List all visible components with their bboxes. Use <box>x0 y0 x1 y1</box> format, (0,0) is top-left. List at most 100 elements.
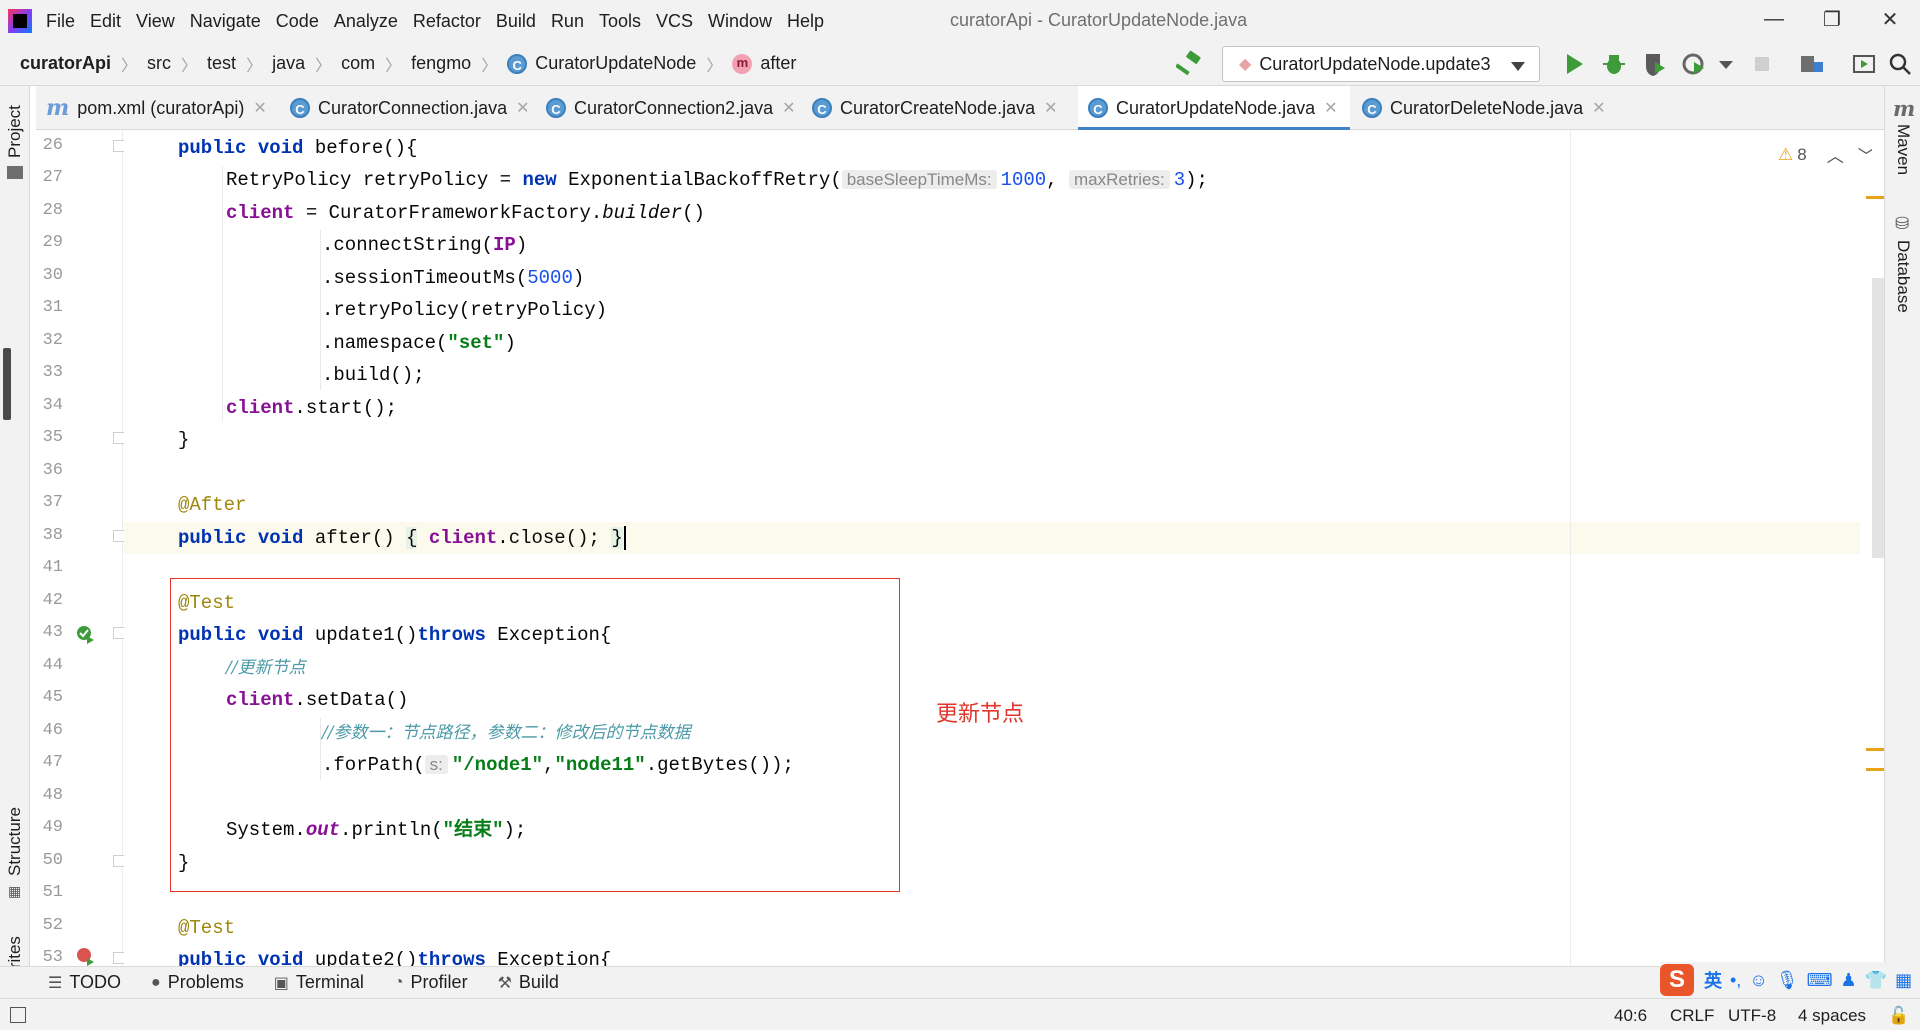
close-icon[interactable]: ✕ <box>782 98 795 118</box>
indent-guide <box>222 166 223 421</box>
skin-icon[interactable]: ♟ <box>1841 970 1857 991</box>
chevron-down-icon <box>1511 62 1525 71</box>
scrollbar-thumb[interactable] <box>1872 278 1884 558</box>
menu-code[interactable]: Code <box>276 11 319 32</box>
profile-icon[interactable] <box>1680 50 1708 78</box>
chevron-up-icon[interactable]: ︿ <box>1827 142 1844 167</box>
search-icon[interactable] <box>1886 50 1914 78</box>
run-icon[interactable] <box>1560 50 1588 78</box>
project-tool-button[interactable]: Project <box>5 105 25 158</box>
breadcrumb-separator-icon: 〉 <box>706 57 723 75</box>
emoji-icon[interactable]: ☺ <box>1749 970 1767 991</box>
warning-stripe-marker[interactable] <box>1866 748 1884 751</box>
menu-view[interactable]: View <box>136 11 175 32</box>
breadcrumb-test[interactable]: test <box>207 53 236 74</box>
line-number: 30 <box>42 266 63 285</box>
menu-navigate[interactable]: Navigate <box>190 11 261 32</box>
breadcrumb-project[interactable]: curatorApi <box>20 53 111 74</box>
structure-tool-button[interactable]: Structure <box>5 807 25 876</box>
close-icon[interactable]: ✕ <box>516 98 529 118</box>
close-icon[interactable]: ✕ <box>1592 98 1605 118</box>
tab-label: CuratorConnection2.java <box>574 97 774 118</box>
build-hammer-icon[interactable] <box>1176 50 1204 78</box>
param-hint: maxRetries: <box>1069 170 1170 189</box>
close-icon[interactable]: ✕ <box>253 98 266 118</box>
minimize-button[interactable]: — <box>1746 0 1802 38</box>
run-test-failed-icon[interactable] <box>75 946 95 966</box>
build-tool-button[interactable]: ⚒ Build <box>498 972 559 993</box>
menu-file[interactable]: File <box>46 11 75 32</box>
breadcrumb-separator-icon: 〉 <box>481 57 498 75</box>
project-structure-icon[interactable] <box>1798 50 1826 78</box>
menu-analyze[interactable]: Analyze <box>334 11 398 32</box>
debug-icon[interactable] <box>1600 50 1628 78</box>
menu-edit[interactable]: Edit <box>90 11 121 32</box>
run-configuration-select[interactable]: ◆ CuratorUpdateNode.update3 <box>1222 46 1540 82</box>
menu-refactor[interactable]: Refactor <box>413 11 481 32</box>
breadcrumb-class[interactable]: C CuratorUpdateNode <box>507 53 696 74</box>
sogou-ime-logo-icon[interactable]: S <box>1660 964 1694 996</box>
tab-curator-connection2[interactable]: C CuratorConnection2.java ✕ <box>536 86 800 130</box>
warning-stripe-marker[interactable] <box>1866 196 1884 199</box>
editor-scrollbar[interactable] <box>1866 130 1884 966</box>
menu-help[interactable]: Help <box>787 11 824 32</box>
maven-icon: m <box>46 95 70 121</box>
maven-tool-button[interactable]: Maven <box>1893 124 1913 175</box>
memory-indicator-icon <box>3 348 11 420</box>
line-number: 36 <box>42 461 63 480</box>
code-line-52: @Test <box>178 917 236 939</box>
lock-icon[interactable]: 🔓 <box>1888 1006 1909 1026</box>
code-line-37: @After <box>178 494 247 516</box>
menu-build[interactable]: Build <box>496 11 536 32</box>
line-number: 52 <box>42 916 63 935</box>
window-title: curatorApi - CuratorUpdateNode.java <box>950 10 1248 30</box>
menu-run[interactable]: Run <box>551 11 584 32</box>
warning-stripe-marker[interactable] <box>1866 768 1884 771</box>
shirt-icon[interactable]: 👕 <box>1865 970 1887 991</box>
grid-menu-icon[interactable]: ▦ <box>1895 970 1912 991</box>
stop-icon[interactable] <box>1748 50 1776 78</box>
breadcrumb-java[interactable]: java <box>272 53 305 74</box>
breadcrumb-com[interactable]: com <box>341 53 375 74</box>
inspection-widget[interactable]: ⚠ 8 ︿ ﹀ <box>1778 142 1875 167</box>
problems-tool-button[interactable]: ● Problems <box>151 972 244 993</box>
coverage-icon[interactable] <box>1640 50 1668 78</box>
menu-tools[interactable]: Tools <box>599 11 641 32</box>
ime-language-toggle[interactable]: 英 <box>1704 967 1722 993</box>
run-test-passed-icon[interactable] <box>75 624 95 644</box>
close-window-button[interactable]: ✕ <box>1862 0 1918 38</box>
terminal-tool-button[interactable]: ▣ Terminal <box>274 972 364 993</box>
profiler-icon: ◔ <box>393 973 404 991</box>
menu-vcs[interactable]: VCS <box>656 11 693 32</box>
microphone-icon[interactable]: 🎙 <box>1776 970 1799 991</box>
breadcrumb-method[interactable]: m after <box>732 53 796 74</box>
breadcrumb-fengmo[interactable]: fengmo <box>411 53 471 74</box>
intellij-logo-icon <box>8 9 32 33</box>
tab-curator-connection[interactable]: C CuratorConnection.java ✕ <box>280 86 536 130</box>
todo-tool-button[interactable]: ☰ TODO <box>48 972 121 993</box>
ime-toolbar: S 英 •, ☺ 🎙 ⌨ ♟ 👕 ▦ <box>1660 962 1920 998</box>
tab-curator-create-node[interactable]: C CuratorCreateNode.java ✕ <box>802 86 1066 130</box>
breadcrumb-src[interactable]: src <box>147 53 171 74</box>
profiler-tool-button[interactable]: ◔ Profiler <box>394 972 468 993</box>
more-run-options-chevron-icon[interactable] <box>1712 50 1740 78</box>
toggle-tool-windows-icon[interactable] <box>10 1007 26 1023</box>
maximize-button[interactable]: ❐ <box>1804 0 1860 38</box>
tab-curator-update-node[interactable]: C CuratorUpdateNode.java ✕ <box>1078 86 1350 131</box>
close-icon[interactable]: ✕ <box>1044 98 1057 118</box>
database-tool-button[interactable]: Database <box>1893 240 1913 313</box>
close-icon[interactable]: ✕ <box>1324 98 1337 118</box>
line-separator[interactable]: CRLF <box>1670 1006 1714 1026</box>
tab-curator-delete-node[interactable]: C CuratorDeleteNode.java ✕ <box>1352 86 1626 130</box>
tab-pom-xml[interactable]: m pom.xml (curatorApi) ✕ <box>36 86 280 130</box>
caret-position[interactable]: 40:6 <box>1614 1006 1647 1026</box>
code-line-38: public void after() { client.close(); } <box>178 526 626 550</box>
indent-setting[interactable]: 4 spaces <box>1798 1006 1866 1026</box>
line-number: 26 <box>42 136 63 155</box>
keyboard-icon[interactable]: ⌨ <box>1807 970 1833 991</box>
code-with-me-icon[interactable] <box>1850 50 1878 78</box>
menu-window[interactable]: Window <box>708 11 772 32</box>
class-icon: C <box>290 98 310 118</box>
file-encoding[interactable]: UTF-8 <box>1728 1006 1776 1026</box>
ime-punctuation-toggle[interactable]: •, <box>1730 970 1741 991</box>
